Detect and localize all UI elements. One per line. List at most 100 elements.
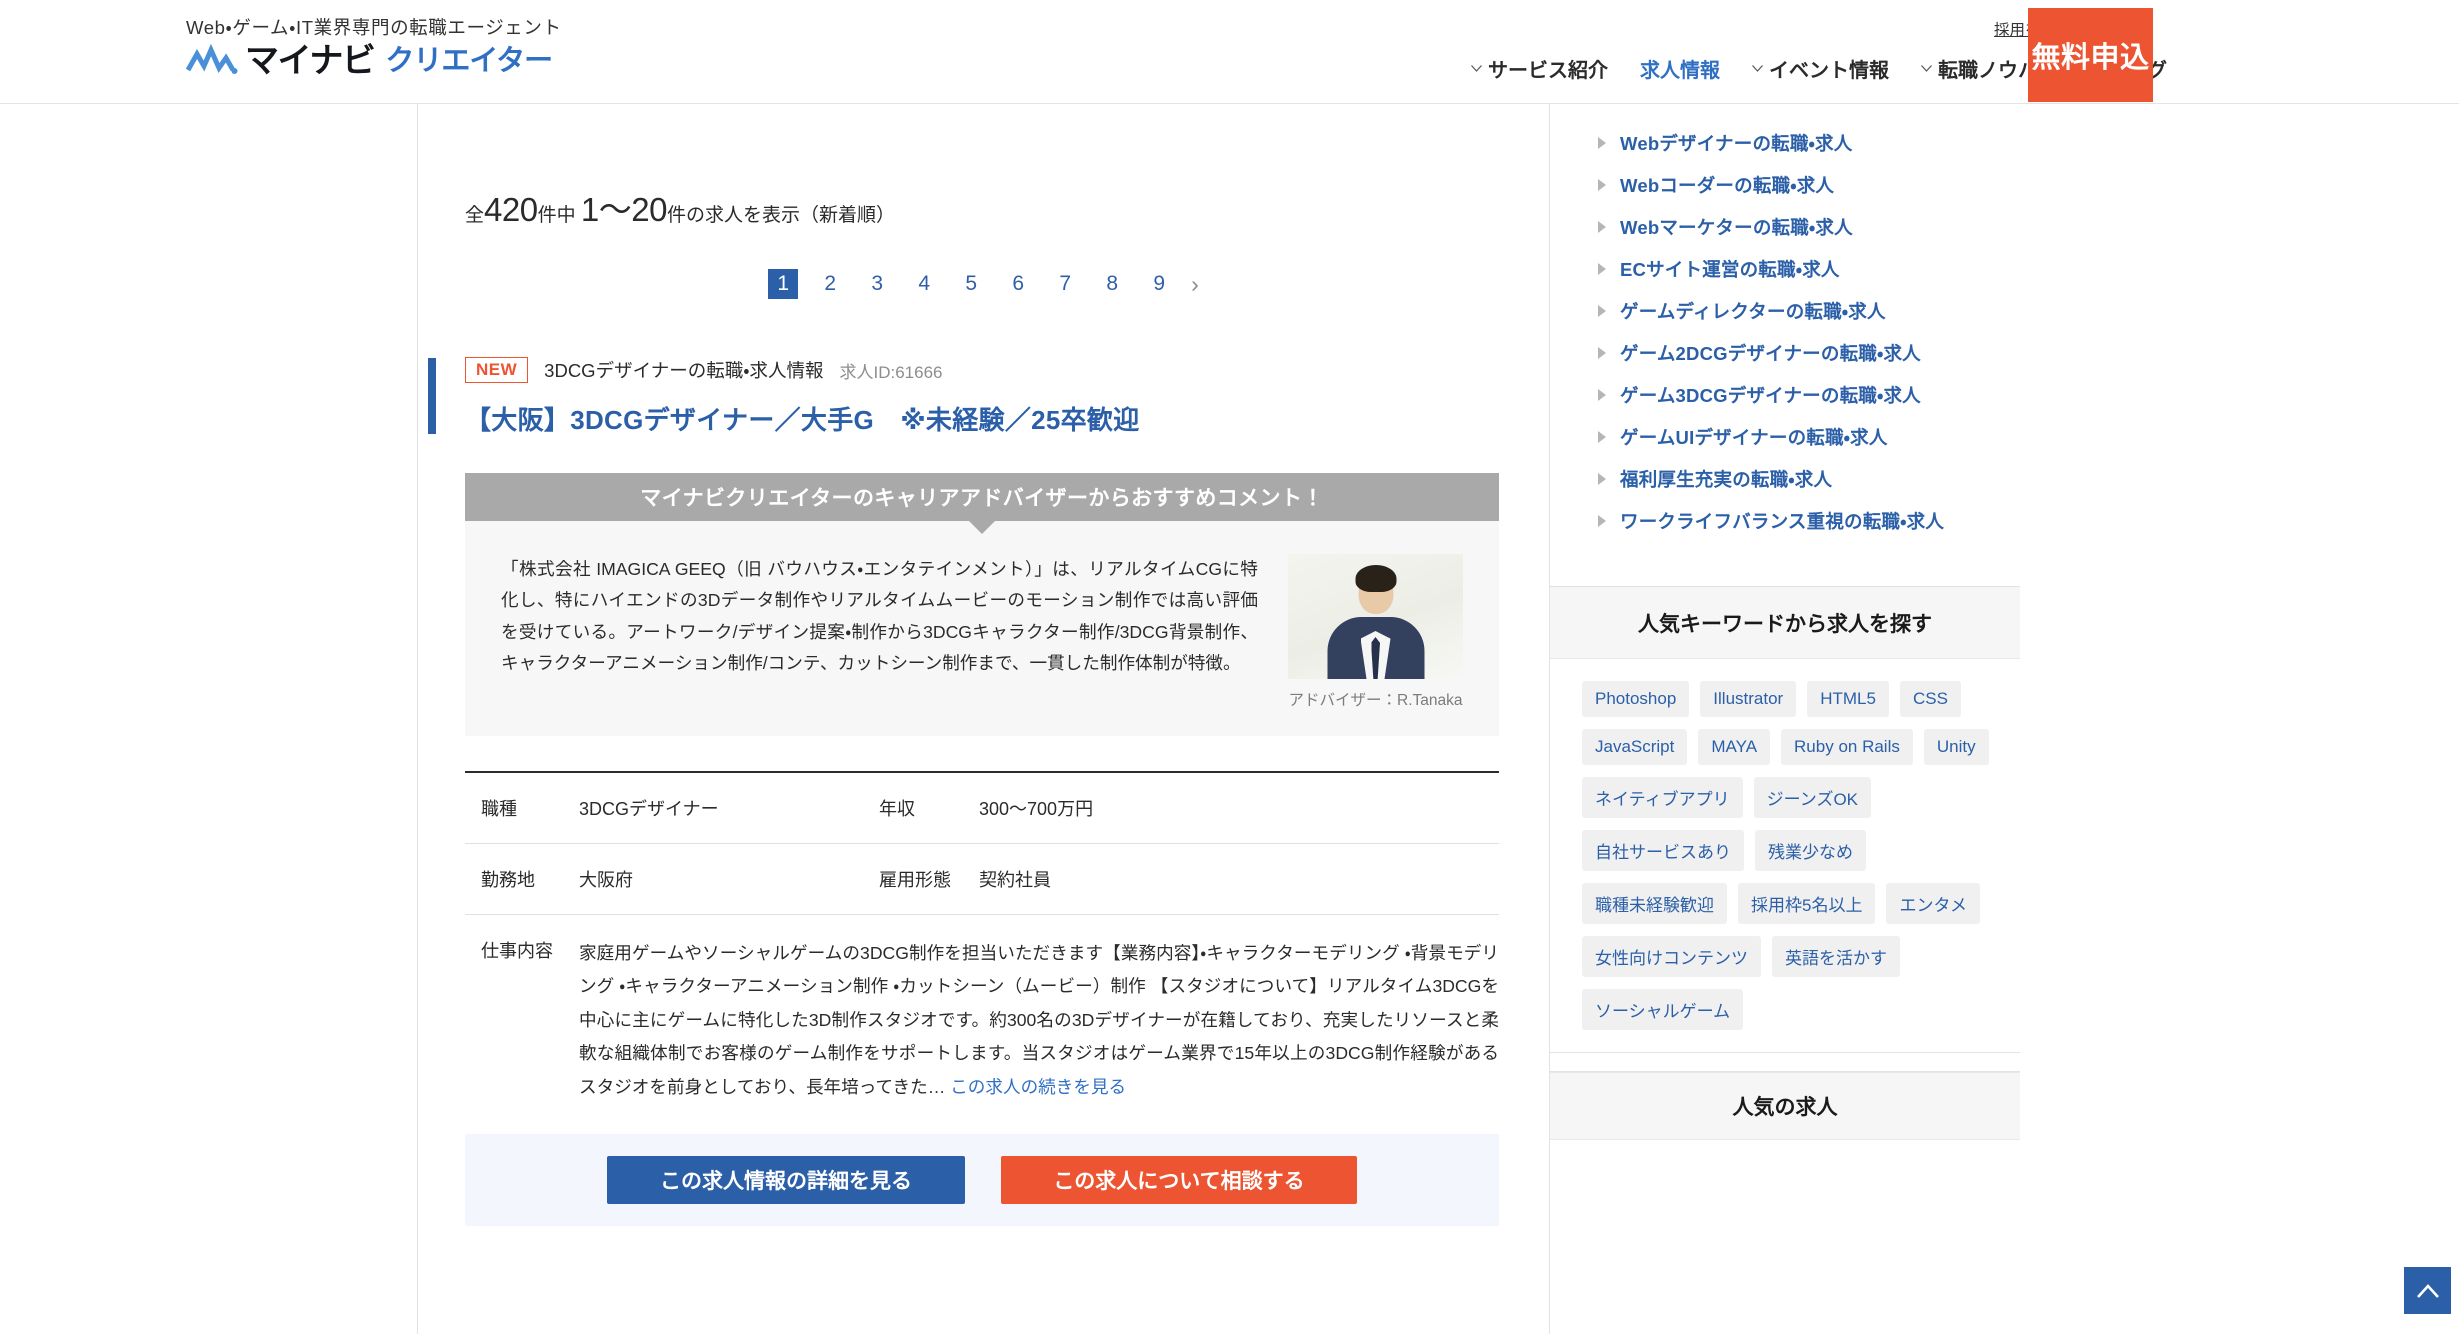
sidebar-item-ec-site[interactable]: ECサイト運営の転職・求人	[1598, 248, 2020, 290]
keyword-tag[interactable]: Ruby on Rails	[1781, 729, 1913, 765]
sidebar-item-game-ui-designer[interactable]: ゲームUIデザイナーの転職・求人	[1598, 416, 2020, 458]
advisor-comment-block: マイナビクリエイターのキャリアアドバイザーからおすすめコメント！ 「株式会社 I…	[465, 473, 1499, 736]
advisor-comment-body: 「株式会社 IMAGICA GEEQ（旧 バウハウス・エンタテインメント）」は、…	[465, 521, 1499, 736]
keyword-tag[interactable]: JavaScript	[1582, 729, 1688, 765]
sidebar-item-label: ECサイト運営の転職・求人	[1620, 259, 1840, 280]
triangle-right-icon	[1598, 179, 1606, 191]
chevron-right-icon[interactable]: ›	[1191, 271, 1199, 298]
pagination-page-1[interactable]: 1	[768, 269, 799, 299]
job-meta-row: NEW 3DCGデザイナーの転職・求人情報 求人ID:61666	[465, 354, 1549, 386]
free-apply-button[interactable]: 無料申込	[2028, 8, 2153, 102]
keyword-tag[interactable]: 女性向けコンテンツ	[1582, 936, 1761, 977]
sidebar-item-web-marketer[interactable]: Webマーケターの転職・求人	[1598, 206, 2020, 248]
sidebar-item-web-designer[interactable]: Webデザイナーの転職・求人	[1598, 122, 2020, 164]
keyword-tag[interactable]: Photoshop	[1582, 681, 1690, 717]
keyword-tag[interactable]: ネイティブアプリ	[1582, 777, 1743, 818]
spec-label-salary: 年収	[879, 799, 915, 819]
pagination-page-5[interactable]: 5	[956, 269, 986, 299]
mynavi-wave-icon	[186, 44, 238, 74]
spec-value-salary: 300〜700万円	[979, 799, 1094, 819]
chevron-down-icon	[1752, 65, 1763, 72]
consult-about-job-button[interactable]: この求人について相談する	[1001, 1156, 1357, 1205]
pagination-page-3[interactable]: 3	[862, 269, 892, 299]
main-column: 全420件中 1〜20件の求人を表示（新着順） 1 2 3 4 5 6 7 8 …	[418, 104, 1549, 1227]
nav-label: サービス紹介	[1488, 60, 1608, 82]
pagination-page-4[interactable]: 4	[909, 269, 939, 299]
sidebar-item-label: Webマーケターの転職・求人	[1620, 217, 1853, 238]
sidebar-item-web-coder[interactable]: Webコーダーの転職・求人	[1598, 164, 2020, 206]
job-listing-card: NEW 3DCGデザイナーの転職・求人情報 求人ID:61666 【大阪】3DC…	[418, 354, 1549, 437]
result-range: 1〜20	[580, 191, 668, 228]
keyword-tag[interactable]: Unity	[1923, 729, 1989, 765]
pagination-page-9[interactable]: 9	[1144, 269, 1174, 299]
new-badge: NEW	[465, 357, 529, 383]
keyword-tag[interactable]: Illustrator	[1700, 681, 1797, 717]
scroll-to-top-button[interactable]	[2404, 1267, 2451, 1314]
sidebar-item-label: Webデザイナーの転職・求人	[1620, 133, 1853, 154]
triangle-right-icon	[1598, 305, 1606, 317]
keyword-tag[interactable]: エンタメ	[1886, 883, 1980, 924]
sidebar-item-label: ゲームUIデザイナーの転職・求人	[1620, 427, 1888, 448]
spec-label-occupation: 職種	[481, 799, 517, 819]
description-text: 家庭用ゲームやソーシャルゲームの3DCG制作を担当いただきます【業務内容】・キャ…	[579, 943, 1499, 1097]
spec-label-employment: 雇用形態	[879, 870, 951, 890]
triangle-right-icon	[1598, 431, 1606, 443]
page-root: この求人情報の詳細を見る Web・ゲーム・IT業界専門の転職エージェント マイナ…	[0, 0, 2459, 1334]
pagination-page-8[interactable]: 8	[1097, 269, 1127, 299]
popular-jobs-title: 人気の求人	[1550, 1072, 2020, 1140]
site-tagline: Web・ゲーム・IT業界専門の転職エージェント	[186, 17, 562, 38]
result-prefix: 全	[465, 205, 485, 226]
nav-label: イベント情報	[1769, 60, 1889, 82]
job-id: 求人ID:61666	[839, 362, 943, 382]
triangle-right-icon	[1598, 473, 1606, 485]
job-accent-bar	[428, 358, 436, 434]
keyword-tag[interactable]: HTML5	[1807, 681, 1889, 717]
view-job-detail-button[interactable]: この求人情報の詳細を見る	[607, 1156, 965, 1205]
header-branding: Web・ゲーム・IT業界専門の転職エージェント マイナビ クリエイター	[0, 0, 700, 103]
keyword-tag[interactable]: CSS	[1899, 681, 1961, 717]
sidebar-item-label: ゲーム2DCGデザイナーの転職・求人	[1620, 343, 1921, 364]
result-suffix: 件の求人を表示（新着順）	[666, 205, 895, 226]
site-logo[interactable]: マイナビ クリエイター	[186, 44, 553, 78]
triangle-right-icon	[1598, 263, 1606, 275]
job-category: 3DCGデザイナーの転職・求人情報	[544, 360, 824, 381]
sidebar-category-links: Webデザイナーの転職・求人 Webコーダーの転職・求人 Webマーケターの転職…	[1550, 104, 2020, 568]
chevron-up-icon	[2416, 1283, 2439, 1298]
keyword-tag[interactable]: 残業少なめ	[1755, 830, 1866, 871]
right-sidebar: Webデザイナーの転職・求人 Webコーダーの転職・求人 Webマーケターの転職…	[1550, 104, 2020, 1140]
result-total: 420	[484, 191, 538, 228]
nav-item-jobs[interactable]: 求人情報	[1640, 54, 1720, 83]
nav-item-services[interactable]: サービス紹介	[1471, 54, 1608, 83]
sidebar-item-work-life-balance[interactable]: ワークライフバランス重視の転職・求人	[1598, 500, 2020, 542]
triangle-right-icon	[1598, 137, 1606, 149]
spec-value-occupation: 3DCGデザイナー	[579, 799, 719, 819]
pagination-page-2[interactable]: 2	[815, 269, 845, 299]
sidebar-item-game-2dcg-designer[interactable]: ゲーム2DCGデザイナーの転職・求人	[1598, 332, 2020, 374]
sidebar-item-label: ゲーム3DCGデザイナーの転職・求人	[1620, 385, 1921, 406]
triangle-right-icon	[1598, 389, 1606, 401]
triangle-right-icon	[1598, 515, 1606, 527]
chevron-down-icon	[1921, 65, 1932, 72]
keyword-tag[interactable]: ソーシャルゲーム	[1582, 989, 1744, 1030]
sidebar-item-game-3dcg-designer[interactable]: ゲーム3DCGデザイナーの転職・求人	[1598, 374, 2020, 416]
spec-value-description: 家庭用ゲームやソーシャルゲームの3DCG制作を担当いただきます【業務内容】・キャ…	[579, 937, 1499, 1104]
read-more-link[interactable]: この求人の続きを見る	[950, 1077, 1126, 1097]
job-title[interactable]: 【大阪】3DCGデザイナー／大手G ※未経験／25卒歓迎	[465, 400, 1549, 437]
keyword-tag[interactable]: 自社サービスあり	[1582, 830, 1744, 871]
keyword-tag[interactable]: ジーンズOK	[1753, 777, 1872, 818]
keyword-tag[interactable]: MAYA	[1698, 729, 1771, 765]
nav-item-events[interactable]: イベント情報	[1752, 54, 1889, 83]
keyword-tag[interactable]: 英語を活かす	[1772, 936, 1900, 977]
pagination-page-6[interactable]: 6	[1003, 269, 1033, 299]
sidebar-item-label: ワークライフバランス重視の転職・求人	[1620, 511, 1945, 532]
nav-label: 求人情報	[1640, 60, 1720, 82]
keyword-tag[interactable]: 職種未経験歓迎	[1582, 883, 1727, 924]
advisor-comment-text: 「株式会社 IMAGICA GEEQ（旧 バウハウス・エンタテインメント）」は、…	[501, 559, 1258, 673]
sidebar-item-benefits[interactable]: 福利厚生充実の転職・求人	[1598, 458, 2020, 500]
advisor-photo-column: アドバイザー：R.Tanaka	[1288, 554, 1463, 710]
pagination-page-7[interactable]: 7	[1050, 269, 1080, 299]
sidebar-item-game-director[interactable]: ゲームディレクターの転職・求人	[1598, 290, 2020, 332]
table-row: 職種 3DCGデザイナー 年収 300〜700万円	[465, 773, 1499, 844]
site-header: Web・ゲーム・IT業界専門の転職エージェント マイナビ クリエイター 採用を検…	[0, 0, 2459, 104]
keyword-tag[interactable]: 採用枠5名以上	[1738, 883, 1876, 924]
